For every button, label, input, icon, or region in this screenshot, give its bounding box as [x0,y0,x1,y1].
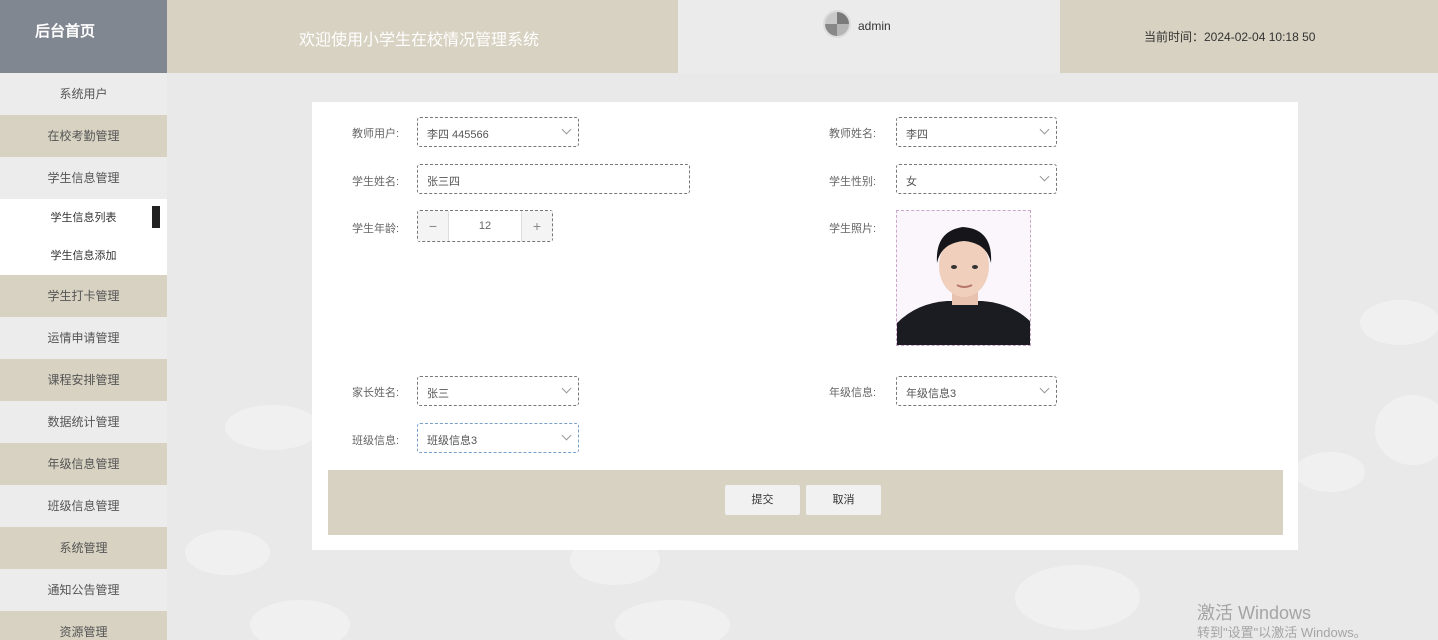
chevron-down-icon [1039,171,1050,182]
student-name-label: 学生姓名: [352,176,400,188]
student-photo-label: 学生照片: [829,223,877,235]
bg-bubble [185,530,270,575]
sidebar-item-label: 学生信息添加 [50,250,117,262]
chevron-down-icon [561,124,572,135]
current-time-bar: 当前时间：2024-02-04 10:18 50 [1060,0,1438,73]
system-title: 欢迎使用小学生在校情况管理系统 [299,32,540,49]
sidebar-item-label: 学生打卡管理 [47,289,120,303]
sidebar-item-label: 学生信息列表 [50,212,117,224]
teacher-name-value: 李四 [906,129,928,141]
bg-bubble [1375,395,1438,465]
parent-name-value: 张三 [427,388,449,400]
home-link[interactable]: 后台首页 [0,0,167,73]
sidebar-item-label: 学生信息管理 [47,171,120,185]
grade-info-label: 年级信息: [829,387,877,399]
home-label: 后台首页 [35,23,96,40]
username[interactable]: admin [858,19,891,33]
grade-info-select[interactable]: 年级信息3 [896,376,1057,406]
teacher-user-select[interactable]: 李四 445566 [417,117,579,147]
sidebar-item-class-info[interactable]: 班级信息管理 [0,485,167,527]
student-age-label: 学生年龄: [352,223,400,235]
increment-button[interactable]: + [521,211,552,241]
sidebar-item-label: 运情申请管理 [47,331,120,345]
active-indicator [152,206,160,228]
sidebar-item-label: 系统管理 [59,541,108,555]
bg-bubble [1295,452,1365,492]
student-form-card: 教师用户: 李四 445566 教师姓名: 李四 学生姓名: 张三四 学生性别:… [312,102,1298,550]
sidebar-item-statistics[interactable]: 数据统计管理 [0,401,167,443]
class-info-select[interactable]: 班级信息3 [417,423,579,453]
bg-bubble [225,405,320,450]
student-gender-select[interactable]: 女 [896,164,1057,194]
sidebar-item-label: 系统用户 [59,87,108,101]
parent-name-label: 家长姓名: [352,387,400,399]
sidebar-item-label: 资源管理 [59,625,108,639]
teacher-name-select[interactable]: 李四 [896,117,1057,147]
sidebar-item-resources[interactable]: 资源管理 [0,611,167,640]
sidebar-menu: 系统用户 在校考勤管理 学生信息管理 学生信息列表 学生信息添加 学生打卡管理 … [0,73,167,640]
avatar-icon[interactable] [823,10,851,38]
chevron-down-icon [1039,383,1050,394]
sidebar-item-label: 在校考勤管理 [47,129,120,143]
teacher-user-value: 李四 445566 [427,129,489,141]
student-portrait-image [897,211,1030,345]
user-area: admin [678,0,1060,73]
sidebar-item-label: 通知公告管理 [47,583,120,597]
teacher-user-label: 教师用户: [352,128,400,140]
sidebar-item-checkin[interactable]: 学生打卡管理 [0,275,167,317]
system-title-bar: 欢迎使用小学生在校情况管理系统 [167,0,678,73]
sidebar-item-grade-info[interactable]: 年级信息管理 [0,443,167,485]
bg-bubble [250,600,350,640]
submit-button[interactable]: 提交 [725,485,800,515]
sidebar-item-system[interactable]: 系统管理 [0,527,167,569]
sidebar-item-label: 年级信息管理 [47,457,120,471]
sidebar-item-system-users[interactable]: 系统用户 [0,73,167,115]
student-gender-value: 女 [906,176,917,188]
parent-name-select[interactable]: 张三 [417,376,579,406]
current-time: 当前时间：2024-02-04 10:18 50 [1144,30,1316,44]
decrement-button[interactable]: − [418,211,449,241]
bg-bubble [1015,565,1140,630]
teacher-name-label: 教师姓名: [829,128,877,140]
sidebar-item-student-info[interactable]: 学生信息管理 [0,157,167,199]
chevron-down-icon [1039,124,1050,135]
sidebar-subitem-student-add[interactable]: 学生信息添加 [0,237,167,275]
student-photo[interactable] [896,210,1031,346]
sidebar-item-notices[interactable]: 通知公告管理 [0,569,167,611]
top-header: 后台首页 欢迎使用小学生在校情况管理系统 admin 当前时间：2024-02-… [0,0,1438,73]
sidebar-item-label: 班级信息管理 [47,499,120,513]
student-name-input[interactable]: 张三四 [417,164,690,194]
cancel-button[interactable]: 取消 [806,485,881,515]
class-info-label: 班级信息: [352,435,400,447]
sidebar-item-label: 数据统计管理 [47,415,120,429]
sidebar-item-course-schedule[interactable]: 课程安排管理 [0,359,167,401]
sidebar-item-attendance[interactable]: 在校考勤管理 [0,115,167,157]
bg-bubble [615,600,730,640]
student-age-stepper: − 12 + [417,210,553,242]
sidebar-item-label: 课程安排管理 [47,373,120,387]
sidebar-subitem-student-list[interactable]: 学生信息列表 [0,199,167,237]
student-gender-label: 学生性别: [829,176,877,188]
form-action-bar: 提交 取消 [328,470,1283,535]
grade-info-value: 年级信息3 [906,388,957,400]
class-info-value: 班级信息3 [427,435,478,447]
bg-bubble [1360,300,1438,345]
chevron-down-icon [561,383,572,394]
sidebar-item-leave-request[interactable]: 运情申请管理 [0,317,167,359]
chevron-down-icon [561,430,572,441]
windows-activation-hint: 转到"设置"以激活 Windows。 [1197,625,1367,640]
student-name-value: 张三四 [427,176,460,188]
student-age-value[interactable]: 12 [449,211,521,241]
